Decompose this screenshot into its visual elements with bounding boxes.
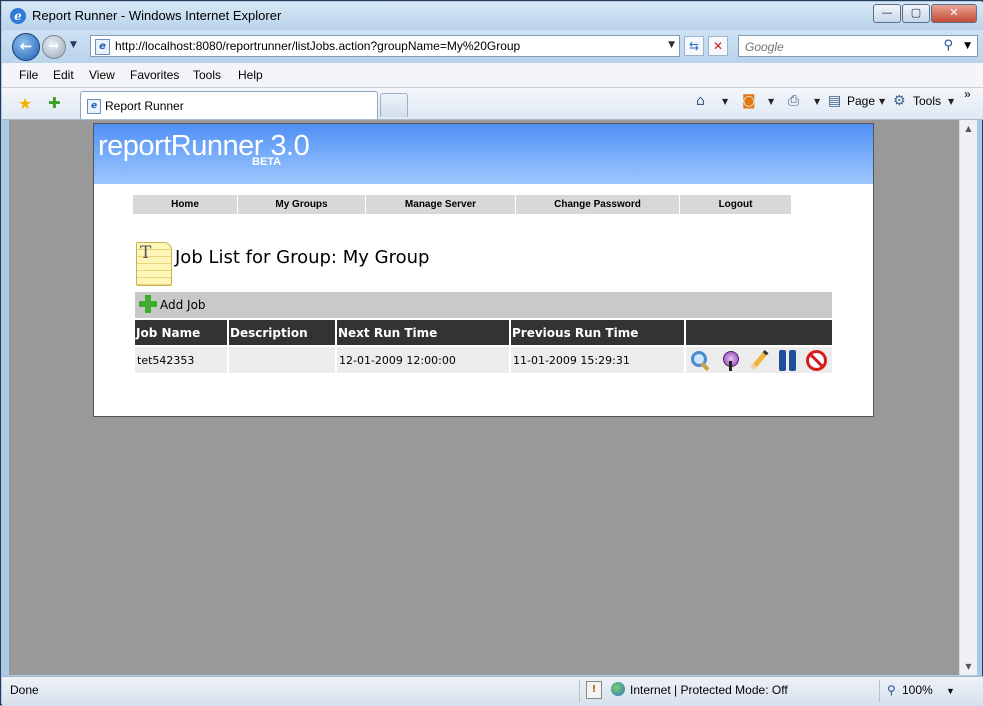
internet-zone-icon xyxy=(611,682,625,696)
pause-icon[interactable] xyxy=(776,349,799,372)
tab-bar: ★ ✚ e Report Runner ⌂ ▼ ◙ ▼ ⎙ ▼ ▤ Page ▼… xyxy=(2,87,983,120)
print-icon[interactable]: ⎙ xyxy=(788,93,799,109)
close-button[interactable]: ✕ xyxy=(931,4,977,23)
add-icon[interactable] xyxy=(139,295,157,313)
add-favorite-icon[interactable]: ✚ xyxy=(48,94,61,112)
tools-dropdown-icon[interactable]: ▼ xyxy=(948,97,954,106)
more-commands-chevron[interactable]: » xyxy=(964,87,971,101)
new-tab-button[interactable] xyxy=(380,93,408,117)
tools-gear-icon[interactable]: ⚙ xyxy=(893,93,906,109)
menu-help[interactable]: Help xyxy=(238,68,263,82)
search-box[interactable]: ⚲ ▼ xyxy=(738,35,978,57)
menu-bar: File Edit View Favorites Tools Help xyxy=(2,63,983,88)
menu-edit[interactable]: Edit xyxy=(53,68,74,82)
url-field[interactable]: e http://localhost:8080/reportrunner/lis… xyxy=(90,35,680,57)
page-icon: e xyxy=(95,39,110,55)
url-text[interactable]: http://localhost:8080/reportrunner/listJ… xyxy=(115,39,520,53)
zoom-icon[interactable]: ⚲ xyxy=(887,683,896,697)
home-icon[interactable]: ⌂ xyxy=(696,93,705,109)
main-nav: Home My Groups Manage Server Change Pass… xyxy=(133,195,791,214)
col-actions xyxy=(685,320,832,346)
menu-tools[interactable]: Tools xyxy=(193,68,221,82)
edit-icon[interactable] xyxy=(747,349,770,372)
search-icon[interactable]: ⚲ xyxy=(943,38,953,53)
page-viewport: reportRunner 3.0 BETA Home My Groups Man… xyxy=(9,120,959,675)
security-zone-text[interactable]: Internet | Protected Mode: Off xyxy=(630,683,788,697)
cell-description xyxy=(228,345,337,373)
cell-actions xyxy=(685,345,832,373)
scroll-up-icon[interactable]: ▲ xyxy=(960,120,977,137)
tab-label: Report Runner xyxy=(105,99,184,113)
view-icon[interactable] xyxy=(689,349,712,372)
minimize-button[interactable]: — xyxy=(873,4,901,23)
maximize-button[interactable]: ▢ xyxy=(902,4,930,23)
zoom-level[interactable]: 100% xyxy=(902,683,933,697)
page-menu[interactable]: Page xyxy=(847,94,875,108)
page-title: Job List for Group: My Group xyxy=(175,247,430,268)
home-dropdown-icon[interactable]: ▼ xyxy=(722,97,728,106)
search-input[interactable] xyxy=(743,38,937,56)
refresh-icon[interactable]: ⇆ xyxy=(684,36,704,56)
tools-menu[interactable]: Tools xyxy=(913,94,941,108)
cell-previous-run: 11-01-2009 15:29:31 xyxy=(510,345,686,373)
nav-my-groups[interactable]: My Groups xyxy=(238,195,366,214)
vertical-scrollbar[interactable]: ▲ ▼ xyxy=(959,120,977,675)
page-dropdown-icon[interactable]: ▼ xyxy=(879,97,885,106)
status-text: Done xyxy=(10,683,39,697)
table-header-row: Job Name Description Next Run Time Previ… xyxy=(135,320,832,346)
app-page: reportRunner 3.0 BETA Home My Groups Man… xyxy=(93,123,874,417)
job-list-notepad-icon: T xyxy=(136,242,172,286)
protected-mode-warning-icon[interactable]: ! xyxy=(586,681,602,699)
page-menu-icon[interactable]: ▤ xyxy=(828,93,841,109)
feeds-dropdown-icon[interactable]: ▼ xyxy=(768,97,774,106)
cell-next-run: 12-01-2009 12:00:00 xyxy=(336,345,511,373)
scroll-down-icon[interactable]: ▼ xyxy=(960,658,977,675)
col-job-name: Job Name xyxy=(135,320,229,346)
zoom-dropdown-icon[interactable]: ▼ xyxy=(946,686,955,696)
col-next-run-time: Next Run Time xyxy=(336,320,511,346)
ie-logo-icon: e xyxy=(10,8,26,24)
url-dropdown-icon[interactable]: ▼ xyxy=(668,40,675,50)
status-bar: Done ! Internet | Protected Mode: Off ⚲ … xyxy=(2,676,983,706)
menu-view[interactable]: View xyxy=(89,68,115,82)
nav-manage-server[interactable]: Manage Server xyxy=(366,195,516,214)
back-button[interactable]: ← xyxy=(12,33,40,61)
table-row: tet542353 12-01-2009 12:00:00 11-01-2009… xyxy=(135,345,832,373)
favorites-star-icon[interactable]: ★ xyxy=(18,94,32,113)
window-title: Report Runner - Windows Internet Explore… xyxy=(32,8,282,23)
nav-change-password[interactable]: Change Password xyxy=(516,195,680,214)
feeds-icon[interactable]: ◙ xyxy=(742,93,756,109)
tab-page-icon: e xyxy=(87,99,101,114)
address-bar: ← → ▼ e http://localhost:8080/reportrunn… xyxy=(2,30,983,63)
col-description: Description xyxy=(228,320,337,346)
cell-job-name: tet542353 xyxy=(135,345,229,373)
history-dropdown-icon[interactable]: ▼ xyxy=(70,40,77,50)
add-job-link[interactable]: Add Job xyxy=(160,298,206,312)
beta-label: BETA xyxy=(252,156,282,168)
action-bar: Add Job xyxy=(135,292,832,318)
app-header: reportRunner 3.0 BETA xyxy=(94,124,873,184)
browser-window: e Report Runner - Windows Internet Explo… xyxy=(0,0,983,706)
stop-icon[interactable]: ✕ xyxy=(708,36,728,56)
menu-file[interactable]: File xyxy=(19,68,38,82)
delete-icon[interactable] xyxy=(805,349,828,372)
col-previous-run-time: Previous Run Time xyxy=(510,320,686,346)
print-dropdown-icon[interactable]: ▼ xyxy=(814,97,820,106)
job-table: Job Name Description Next Run Time Previ… xyxy=(135,320,832,373)
menu-favorites[interactable]: Favorites xyxy=(130,68,179,82)
forward-button[interactable]: → xyxy=(42,35,66,59)
title-bar: e Report Runner - Windows Internet Explo… xyxy=(2,2,983,30)
search-options-icon[interactable]: ▼ xyxy=(964,41,971,51)
tab-report-runner[interactable]: e Report Runner xyxy=(80,91,378,119)
nav-logout[interactable]: Logout xyxy=(680,195,791,214)
nav-home[interactable]: Home xyxy=(133,195,238,214)
run-icon[interactable] xyxy=(718,349,741,372)
